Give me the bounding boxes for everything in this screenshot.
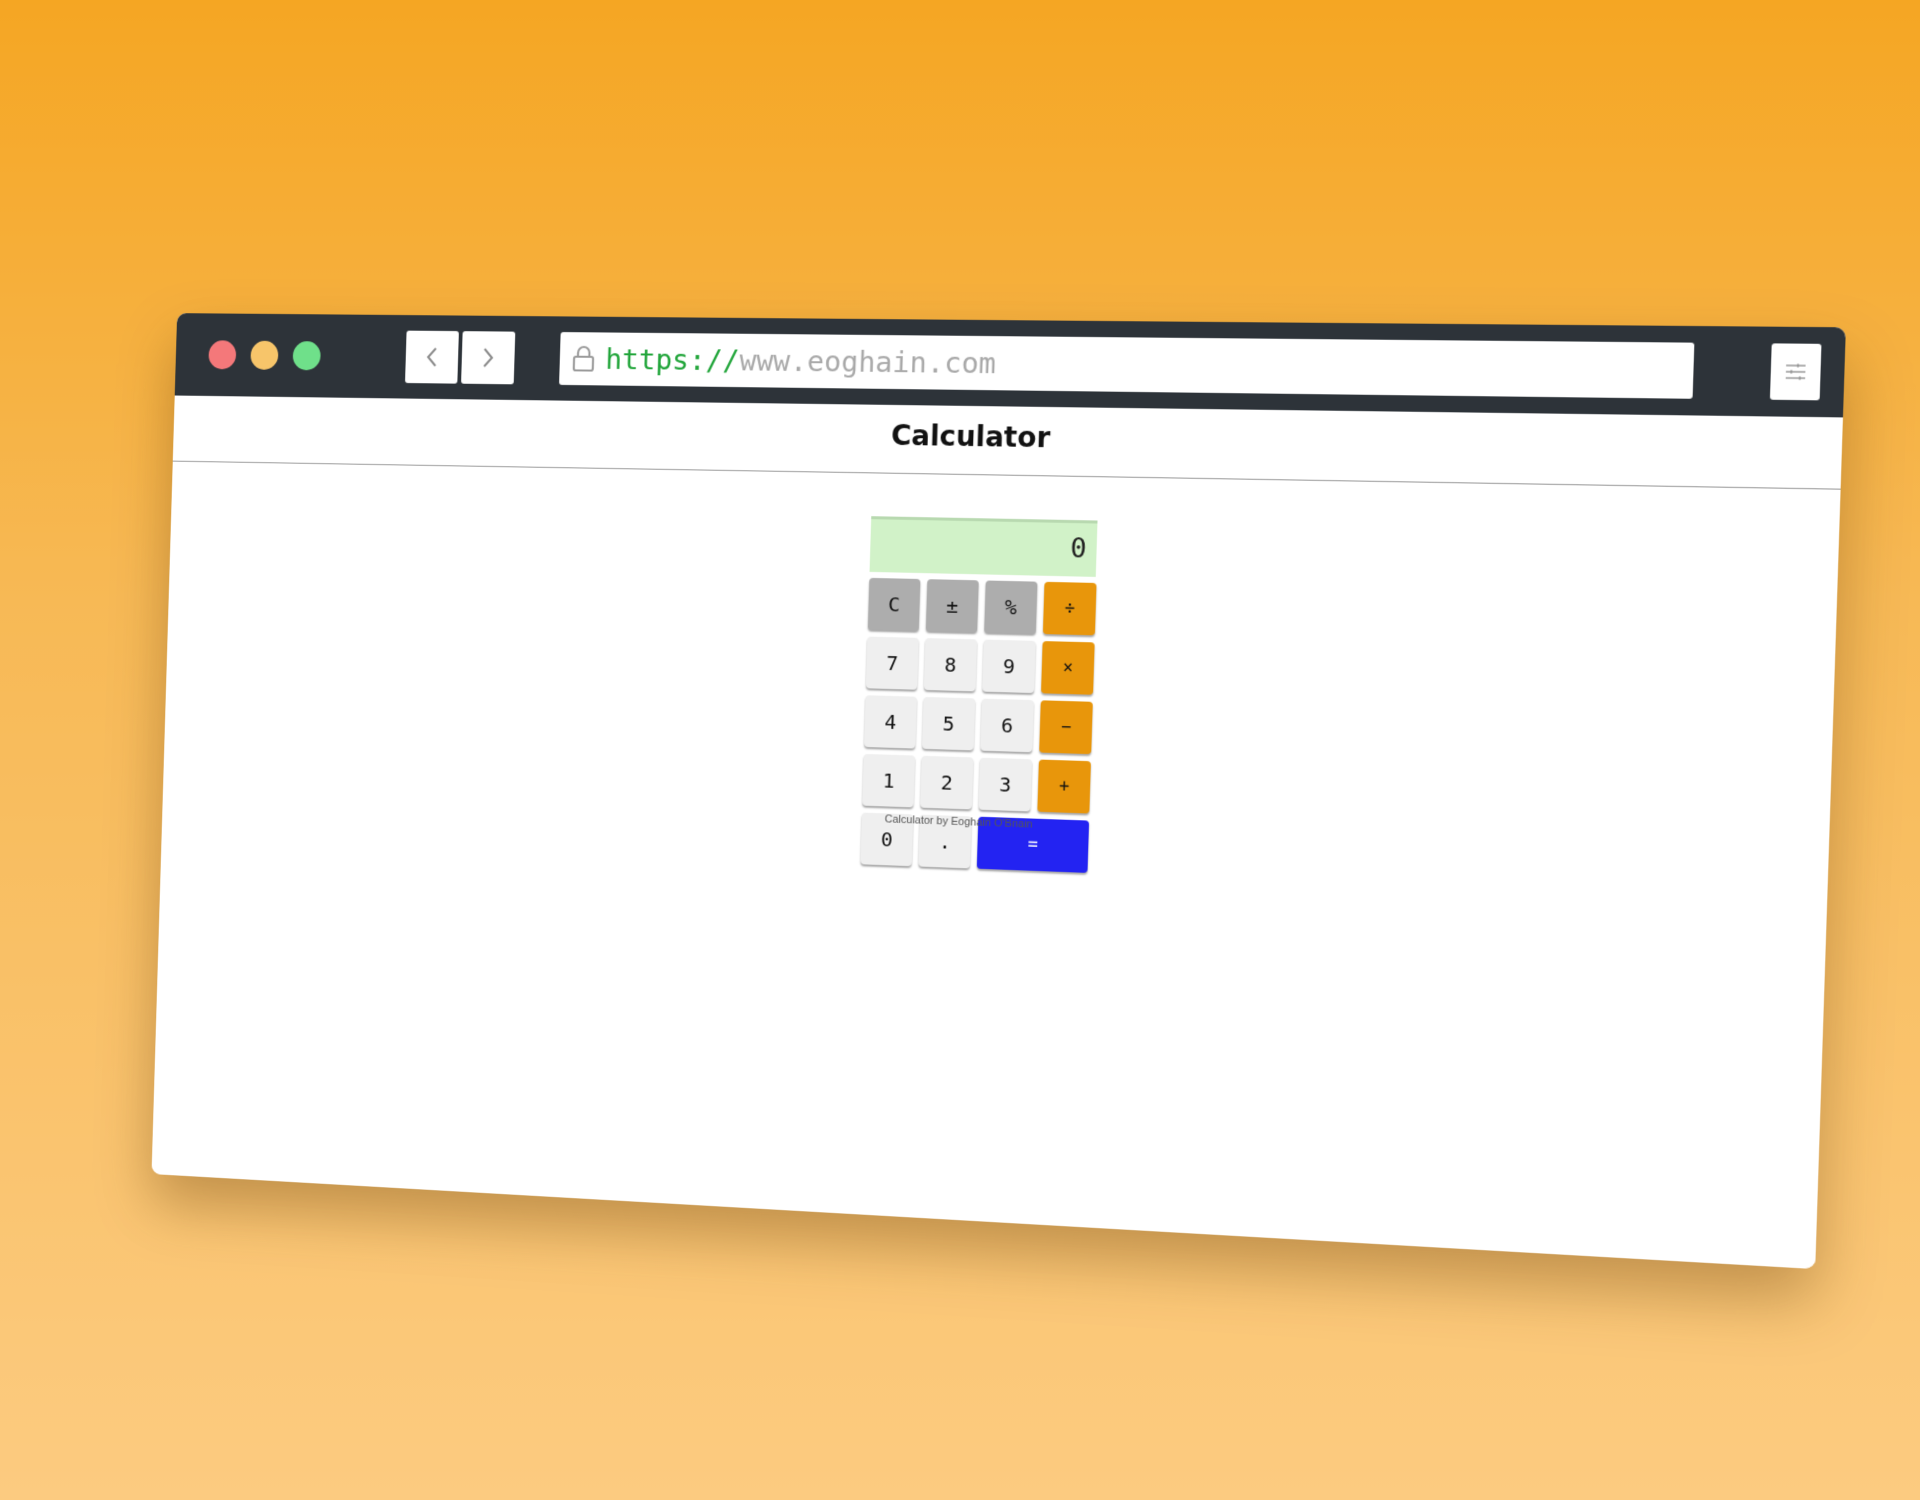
calculator-display: 0 xyxy=(869,516,1098,577)
digit-5-button[interactable]: 5 xyxy=(922,696,976,751)
maximize-window-button[interactable] xyxy=(292,341,321,371)
close-window-button[interactable] xyxy=(208,340,237,370)
chevron-left-icon xyxy=(423,345,441,369)
address-bar[interactable]: https://www.eoghain.com xyxy=(559,332,1695,399)
digit-4-button[interactable]: 4 xyxy=(864,695,917,749)
digit-7-button[interactable]: 7 xyxy=(865,636,919,690)
digit-1-button[interactable]: 1 xyxy=(862,753,915,808)
digit-3-button[interactable]: 3 xyxy=(978,757,1032,812)
title-divider xyxy=(172,460,1841,490)
digit-6-button[interactable]: 6 xyxy=(980,698,1034,753)
page-content: Calculator 0 C ± % ÷ 7 8 9 × 4 5 6 − 1 2… xyxy=(151,395,1843,1270)
back-button[interactable] xyxy=(405,330,459,384)
digit-9-button[interactable]: 9 xyxy=(982,639,1036,694)
url-host: www.eoghain.com xyxy=(738,343,997,381)
browser-window: https://www.eoghain.com Calculator 0 C ±… xyxy=(151,313,1846,1270)
sign-toggle-button[interactable]: ± xyxy=(925,579,979,633)
percent-button[interactable]: % xyxy=(984,580,1038,634)
settings-menu-button[interactable] xyxy=(1769,343,1822,401)
add-button[interactable]: + xyxy=(1037,759,1091,814)
forward-button[interactable] xyxy=(461,331,516,385)
digit-8-button[interactable]: 8 xyxy=(923,638,977,692)
minimize-window-button[interactable] xyxy=(250,340,279,370)
digit-2-button[interactable]: 2 xyxy=(920,755,974,810)
chevron-right-icon xyxy=(479,346,497,370)
multiply-button[interactable]: × xyxy=(1041,641,1095,695)
page-title: Calculator xyxy=(890,418,1051,455)
clear-button[interactable]: C xyxy=(867,577,921,631)
background: https://www.eoghain.com Calculator 0 C ±… xyxy=(0,0,1920,1500)
lock-icon xyxy=(571,344,597,374)
url-scheme: https:// xyxy=(604,342,740,378)
divide-button[interactable]: ÷ xyxy=(1042,581,1097,636)
sliders-icon xyxy=(1783,360,1808,383)
subtract-button[interactable]: − xyxy=(1039,700,1093,755)
